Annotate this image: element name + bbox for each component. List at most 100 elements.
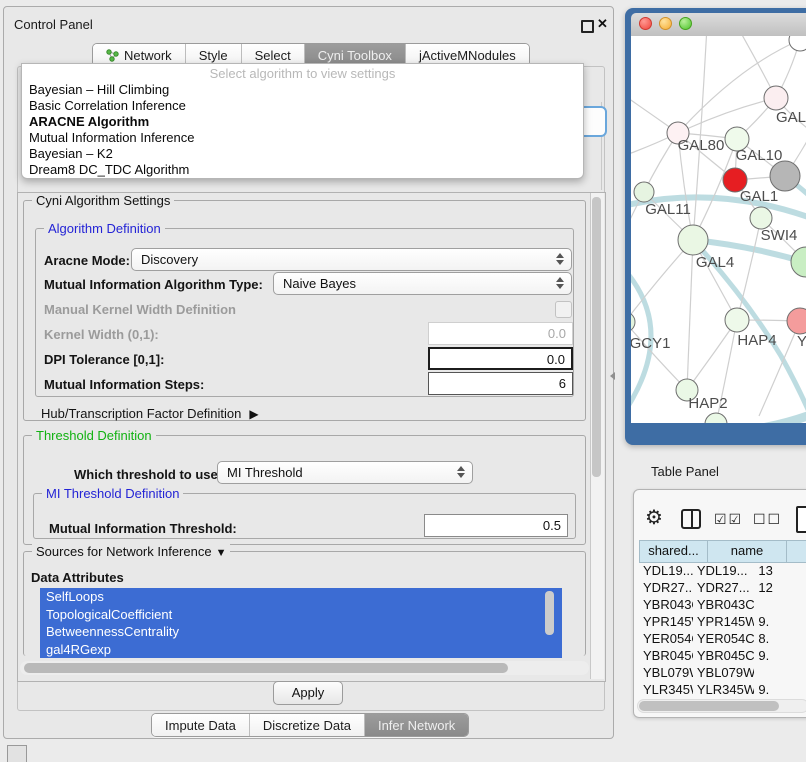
- hub-definition-toggle[interactable]: Hub/Transcription Factor Definition▶: [41, 406, 259, 421]
- which-threshold-select[interactable]: MI Threshold: [217, 461, 473, 484]
- tab-label: Select: [255, 48, 291, 63]
- sources-title-text: Sources for Network Inference: [36, 544, 212, 559]
- network-node-hap4[interactable]: [725, 308, 749, 332]
- hub-definition-label: Hub/Transcription Factor Definition: [41, 406, 241, 421]
- algorithm-dropdown-popup: Select algorithm to view settings Bayesi…: [21, 63, 584, 179]
- mi-type-value: Naive Bayes: [283, 276, 356, 291]
- mi-type-label: Mutual Information Algorithm Type:: [44, 277, 263, 292]
- network-node-gal4[interactable]: [678, 225, 708, 255]
- settings-hscrollbar-thumb[interactable]: [24, 663, 508, 673]
- bottom-tab-infer-network[interactable]: Infer Network: [364, 714, 468, 736]
- network-icon: [106, 49, 119, 62]
- combo-arrows-icon: [556, 277, 564, 289]
- network-canvas[interactable]: GALGAL80GAL10GAL1GAL11SWI4GAL4GCY1HAP4YH…: [631, 36, 806, 423]
- bottom-tab-label: Discretize Data: [263, 718, 351, 733]
- data-attributes-label: Data Attributes: [31, 570, 124, 585]
- algorithm-option[interactable]: Bayesian – Hill Climbing: [22, 82, 583, 98]
- tab-label: Cyni Toolbox: [318, 48, 392, 63]
- data-attribute-item[interactable]: SelfLoops: [40, 588, 562, 606]
- table-row[interactable]: YBR045CYBR045C9.: [639, 647, 806, 664]
- table-column-header[interactable]: shared...: [639, 541, 708, 562]
- apply-button[interactable]: Apply: [273, 681, 343, 705]
- algorithm-option[interactable]: ARACNE Algorithm: [22, 114, 583, 130]
- file-icon[interactable]: [796, 506, 806, 533]
- table-row[interactable]: YLR345WYLR345W9.: [639, 681, 806, 698]
- sources-group-title[interactable]: Sources for Network Inference▼: [32, 544, 230, 559]
- mi-threshold-label: Mutual Information Threshold:: [49, 521, 237, 536]
- table-cell: YLR345W: [639, 681, 693, 698]
- close-icon[interactable]: ✕: [597, 16, 608, 32]
- deselect-all-checkboxes-icon[interactable]: ☐☐: [753, 511, 782, 528]
- algorithm-options-list: Bayesian – Hill ClimbingBasic Correlatio…: [22, 82, 583, 178]
- table-cell: 8.: [754, 630, 806, 647]
- network-node-label: GAL4: [696, 254, 734, 271]
- aracne-mode-select[interactable]: Discovery: [131, 248, 572, 271]
- collapsed-panel-icon[interactable]: [7, 745, 27, 762]
- table-cell: [754, 664, 806, 681]
- dpi-tolerance-label: DPI Tolerance [0,1]:: [44, 352, 164, 367]
- bottom-tab-bar: Impute Data Discretize Data Infer Network: [151, 713, 469, 737]
- table-cell: YPR145W: [639, 613, 693, 630]
- settings-vscrollbar-thumb[interactable]: [592, 197, 601, 477]
- table-row[interactable]: YDL19...YDL19...13: [639, 562, 806, 579]
- table-cell: YBL079W: [639, 664, 693, 681]
- algorithm-definition-title: Algorithm Definition: [44, 221, 165, 236]
- algorithm-option[interactable]: Dream8 DC_TDC Algorithm: [22, 162, 583, 178]
- select-all-checkboxes-icon[interactable]: ☑☑: [714, 511, 743, 528]
- close-traffic-light-icon[interactable]: [639, 17, 652, 30]
- algorithm-option[interactable]: Bayesian – K2: [22, 146, 583, 162]
- mi-type-select[interactable]: Naive Bayes: [273, 272, 572, 295]
- bottom-tab-impute-data[interactable]: Impute Data: [152, 714, 249, 736]
- table-cell: YDR27...: [693, 579, 755, 596]
- kernel-width-label: Kernel Width (0,1):: [44, 327, 159, 342]
- table-row[interactable]: YDR27...YDR27...12: [639, 579, 806, 596]
- network-node[interactable]: [770, 161, 800, 191]
- network-node-gal[interactable]: [764, 86, 788, 110]
- table-cell: 13: [754, 562, 806, 579]
- network-node-gcy1[interactable]: [631, 312, 635, 332]
- manual-kernel-label: Manual Kernel Width Definition: [44, 302, 236, 317]
- network-node-gal11[interactable]: [634, 182, 654, 202]
- bottom-tab-label: Infer Network: [378, 718, 455, 733]
- network-node-y[interactable]: [787, 308, 806, 334]
- mi-threshold-group-title: MI Threshold Definition: [42, 486, 183, 501]
- bottom-tab-discretize-data[interactable]: Discretize Data: [249, 714, 364, 736]
- data-attribute-item[interactable]: TopologicalCoefficient: [40, 606, 562, 624]
- kernel-width-input[interactable]: 0.0: [428, 322, 573, 345]
- dpi-tolerance-input[interactable]: 0.0: [428, 347, 573, 370]
- float-window-icon[interactable]: [581, 20, 594, 33]
- table-cell: YDL19...: [639, 562, 693, 579]
- table-column-header[interactable]: name: [708, 541, 787, 562]
- data-attribute-item[interactable]: gal4RGexp: [40, 641, 562, 659]
- table-cell: YDR27...: [639, 579, 693, 596]
- table-row[interactable]: YBL079WYBL079W: [639, 664, 806, 681]
- mi-steps-input[interactable]: 6: [428, 372, 573, 395]
- network-node-swi4[interactable]: [750, 207, 772, 229]
- splitter-grip[interactable]: [610, 372, 615, 380]
- table-hscrollbar-thumb[interactable]: [639, 701, 779, 711]
- table-row[interactable]: YER054CYER054C8.: [639, 630, 806, 647]
- network-node-label: HAP4: [737, 332, 776, 349]
- table-row[interactable]: YPR145WYPR145W9.: [639, 613, 806, 630]
- algorithm-option[interactable]: Mutual Information Inference: [22, 130, 583, 146]
- minimize-traffic-light-icon[interactable]: [659, 17, 672, 30]
- zoom-traffic-light-icon[interactable]: [679, 17, 692, 30]
- mi-threshold-input[interactable]: 0.5: [424, 514, 568, 537]
- gear-icon[interactable]: ⚙: [645, 505, 663, 530]
- network-edge: [687, 240, 693, 390]
- data-attributes-list[interactable]: SelfLoopsTopologicalCoefficientBetweenne…: [40, 588, 562, 658]
- table-row[interactable]: YBR043CYBR043C: [639, 596, 806, 613]
- columns-icon[interactable]: [681, 509, 701, 529]
- network-node[interactable]: [791, 247, 806, 277]
- data-attribute-item[interactable]: BetweennessCentrality: [40, 623, 562, 641]
- combo-arrows-icon: [556, 253, 564, 265]
- network-node-label: GAL11: [645, 201, 691, 218]
- manual-kernel-checkbox[interactable]: [555, 301, 572, 318]
- table-column-header[interactable]: [787, 541, 806, 562]
- algorithm-option[interactable]: Basic Correlation Inference: [22, 98, 583, 114]
- network-node[interactable]: [789, 36, 806, 51]
- network-node-label: SWI4: [761, 227, 798, 244]
- network-node[interactable]: [705, 413, 727, 423]
- list-scrollbar-thumb[interactable]: [545, 591, 554, 635]
- algorithm-prompt: Select algorithm to view settings: [22, 66, 583, 82]
